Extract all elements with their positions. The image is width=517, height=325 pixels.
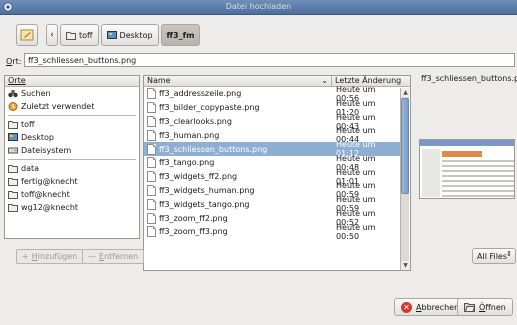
- crumb-label: toff: [79, 30, 93, 40]
- scroll-up-arrow-icon[interactable]: ▲: [401, 88, 410, 97]
- spinner-arrows-icon: ⇕: [506, 250, 512, 258]
- title-bar: Datei hochladen: [0, 0, 517, 15]
- place-item-data[interactable]: data: [5, 162, 139, 175]
- file-name: ff3_widgets_ff2.png: [159, 172, 238, 182]
- edit-location-button[interactable]: [16, 24, 38, 46]
- open-label: Öffnen: [479, 302, 506, 312]
- preview-filename: ff3_schliessen_buttons.png: [421, 74, 517, 83]
- place-item-toff[interactable]: toff: [5, 118, 139, 131]
- add-bookmark-button[interactable]: + Hinzufügen: [16, 249, 84, 264]
- places-header[interactable]: Orte: [5, 76, 139, 87]
- place-label: toff@knecht: [21, 190, 70, 199]
- file-name: ff3_zoom_ff3.png: [159, 227, 228, 237]
- folder-icon: [8, 204, 18, 212]
- places-panel: Orte Suchen Zuletzt verwendet toff Deskt…: [4, 75, 140, 239]
- crumb-label: ff3_fm: [166, 30, 195, 40]
- file-name: ff3_clearlooks.png: [159, 116, 232, 126]
- image-file-icon: [147, 115, 156, 127]
- file-list: Name ⌄ Letzte Änderung ff3_addresszeile.…: [143, 75, 411, 271]
- place-item-fertig-knecht[interactable]: fertig@knecht: [5, 175, 139, 188]
- filter-value: All Files: [477, 251, 508, 261]
- desktop-icon: [106, 30, 117, 39]
- place-label: Dateisystem: [21, 146, 72, 155]
- window-title: Datei hochladen: [225, 2, 292, 11]
- file-list-scrollbar[interactable]: ▲ ▼: [400, 88, 410, 270]
- column-header-name[interactable]: Name ⌄: [144, 76, 332, 86]
- file-row[interactable]: ff3_zoom_ff3.png Heute um 00:50: [144, 222, 401, 241]
- image-file-icon: [147, 157, 156, 169]
- plus-icon: +: [22, 252, 29, 261]
- remove-bookmark-label: Entfernen: [99, 252, 139, 261]
- cancel-icon: ✕: [401, 301, 412, 313]
- open-folder-icon: [464, 303, 475, 312]
- cancel-button[interactable]: ✕ Abbrechen: [394, 298, 467, 316]
- place-label: fertig@knecht: [21, 177, 78, 186]
- place-item-wg12-knecht[interactable]: wg12@knecht: [5, 201, 139, 214]
- remove-bookmark-button[interactable]: — Entfernen: [82, 249, 145, 264]
- cancel-label: Abbrechen: [416, 302, 460, 312]
- image-file-icon: [147, 226, 156, 238]
- file-name: ff3_human.png: [159, 130, 220, 140]
- place-item-suchen[interactable]: Suchen: [5, 87, 139, 100]
- open-button[interactable]: Öffnen: [457, 298, 513, 316]
- folder-icon: [8, 191, 18, 199]
- image-file-icon: [147, 88, 156, 100]
- place-item-desktop[interactable]: Desktop: [5, 131, 139, 144]
- crumb-toff[interactable]: toff: [60, 24, 99, 46]
- drive-icon: [8, 147, 18, 154]
- place-item-toff-knecht[interactable]: toff@knecht: [5, 188, 139, 201]
- desktop-icon: [8, 133, 18, 141]
- folder-icon: [66, 31, 76, 40]
- binoculars-icon: [8, 90, 18, 98]
- file-name: ff3_addresszeile.png: [159, 89, 242, 99]
- crumb-ff3-fm[interactable]: ff3_fm: [160, 24, 201, 46]
- place-item-dateisystem[interactable]: Dateisystem: [5, 144, 139, 157]
- image-file-icon: [147, 184, 156, 196]
- chevron-left-icon: ‹: [50, 30, 54, 40]
- file-name: ff3_schliessen_buttons.png: [159, 144, 268, 154]
- file-date: Heute um 00:50: [336, 222, 376, 241]
- folder-icon: [8, 178, 18, 186]
- place-item-recent[interactable]: Zuletzt verwendet: [5, 100, 139, 113]
- place-label: Desktop: [21, 133, 54, 142]
- scrollbar-thumb[interactable]: [401, 98, 409, 194]
- image-file-icon: [147, 171, 156, 183]
- image-file-icon: [147, 129, 156, 141]
- place-label: Suchen: [21, 89, 51, 98]
- file-name: ff3_bilder_copypaste.png: [159, 103, 260, 113]
- folder-icon: [8, 165, 18, 173]
- places-divider: [8, 115, 136, 116]
- location-label: Ort:: [6, 57, 22, 66]
- image-file-icon: [147, 212, 156, 224]
- place-label: wg12@knecht: [21, 203, 79, 212]
- path-bar: ‹ toff Desktop ff3_fm: [16, 24, 201, 46]
- file-name: ff3_zoom_ff2.png: [159, 213, 228, 223]
- preview-thumbnail: [419, 139, 515, 199]
- image-file-icon: [147, 102, 156, 114]
- file-name: ff3_widgets_human.png: [159, 185, 255, 195]
- location-input[interactable]: ff3_schliessen_buttons.png: [24, 53, 515, 67]
- image-file-icon: [147, 143, 156, 155]
- places-divider: [8, 159, 136, 160]
- crumb-label: Desktop: [119, 30, 153, 40]
- file-name: ff3_widgets_tango.png: [159, 199, 250, 209]
- crumb-desktop[interactable]: Desktop: [100, 24, 159, 46]
- add-bookmark-label: Hinzufügen: [31, 252, 78, 261]
- path-back-button[interactable]: ‹: [46, 24, 58, 46]
- place-label: Zuletzt verwendet: [21, 102, 95, 111]
- place-label: data: [21, 164, 40, 173]
- minus-icon: —: [88, 252, 96, 261]
- sort-arrow-icon: ⌄: [321, 76, 328, 85]
- scroll-down-arrow-icon[interactable]: ▼: [401, 261, 410, 270]
- recent-icon: [8, 102, 18, 111]
- file-name: ff3_tango.png: [159, 158, 215, 168]
- place-label: toff: [21, 120, 35, 129]
- pencil-icon: [20, 29, 34, 41]
- folder-icon: [8, 121, 18, 129]
- image-file-icon: [147, 198, 156, 210]
- file-type-filter[interactable]: All Files ⇕: [472, 248, 516, 264]
